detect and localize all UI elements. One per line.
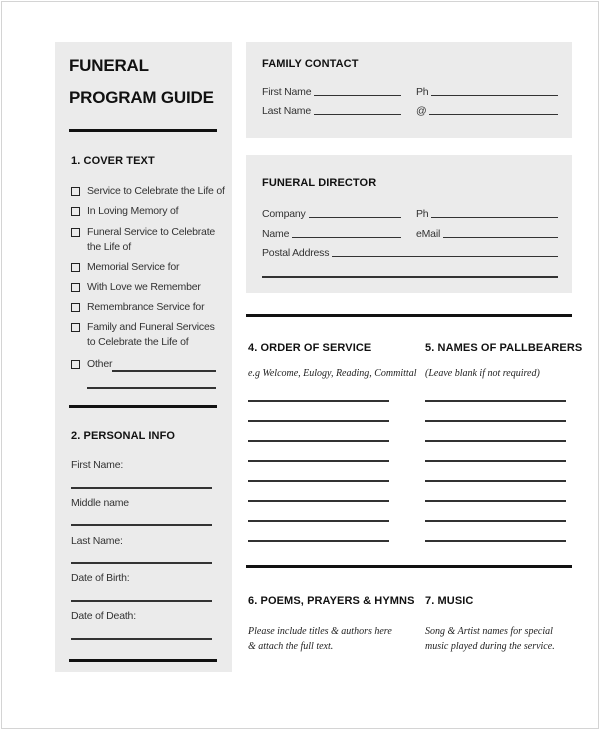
pallbearer-line[interactable]	[425, 520, 566, 522]
cover-option[interactable]: In Loving Memory of	[71, 205, 179, 219]
date-of-death-input[interactable]	[71, 638, 212, 640]
director-name-field[interactable]: Name	[262, 228, 401, 240]
order-of-service-line[interactable]	[248, 520, 389, 522]
director-postal-address-field[interactable]: Postal Address	[262, 247, 558, 259]
last-name-input[interactable]	[71, 562, 212, 564]
title-line-2: PROGRAM GUIDE	[69, 88, 214, 107]
cover-option[interactable]: Memorial Service for	[71, 261, 179, 275]
music-hint: Song & Artist names for special music pl…	[425, 626, 555, 652]
pallbearers-hint: (Leave blank if not required)	[425, 368, 540, 379]
pallbearer-line[interactable]	[425, 420, 566, 422]
first-name-label: First Name:	[71, 459, 124, 471]
first-name-input[interactable]	[71, 487, 212, 489]
order-of-service-line[interactable]	[248, 440, 389, 442]
checkbox[interactable]	[71, 360, 80, 369]
family-email-field[interactable]: @	[416, 105, 558, 117]
checkbox[interactable]	[71, 187, 80, 196]
last-name-label: Last Name:	[71, 535, 123, 547]
section-divider	[246, 314, 572, 317]
personal-info-heading: 2. PERSONAL INFO	[71, 430, 176, 442]
order-of-service-heading: 4. ORDER OF SERVICE	[248, 342, 372, 354]
cover-option[interactable]: Funeral Service to Celebrate the Life of	[71, 226, 221, 255]
cover-text-heading: 1. COVER TEXT	[71, 155, 155, 167]
checkbox[interactable]	[71, 303, 80, 312]
checkbox[interactable]	[71, 228, 80, 237]
cover-option-other[interactable]: Other	[71, 358, 112, 372]
pallbearer-line[interactable]	[425, 440, 566, 442]
middle-name-input[interactable]	[71, 524, 212, 526]
middle-name-label: Middle name	[71, 497, 129, 509]
director-phone-field[interactable]: Ph	[416, 208, 558, 220]
family-first-name-field[interactable]: First Name	[262, 86, 401, 98]
order-of-service-line[interactable]	[248, 480, 389, 482]
music-heading: 7. MUSIC	[425, 595, 474, 607]
checkbox[interactable]	[71, 323, 80, 332]
cover-option[interactable]: Service to Celebrate the Life of	[71, 185, 225, 199]
cover-option[interactable]: Remembrance Service for	[71, 301, 205, 315]
family-phone-field[interactable]: Ph	[416, 86, 558, 98]
order-of-service-line[interactable]	[248, 460, 389, 462]
pallbearers-heading: 5. NAMES OF PALLBEARERS	[425, 342, 583, 354]
pallbearer-line[interactable]	[425, 400, 566, 402]
pallbearer-line[interactable]	[425, 540, 566, 542]
checkbox[interactable]	[71, 207, 80, 216]
funeral-director-panel	[246, 155, 572, 293]
director-company-field[interactable]: Company	[262, 208, 401, 220]
section-divider	[246, 565, 572, 568]
pallbearer-line[interactable]	[425, 480, 566, 482]
director-email-field[interactable]: eMail	[416, 228, 558, 240]
checkbox[interactable]	[71, 263, 80, 272]
cover-option[interactable]: With Love we Remember	[71, 281, 201, 295]
section-divider	[69, 405, 217, 408]
title-line-1: FUNERAL	[69, 56, 149, 75]
date-of-birth-label: Date of Birth:	[71, 572, 130, 584]
order-of-service-line[interactable]	[248, 420, 389, 422]
poems-heading: 6. POEMS, PRAYERS & HYMNS	[248, 595, 415, 607]
date-of-death-label: Date of Death:	[71, 610, 136, 622]
order-of-service-line[interactable]	[248, 500, 389, 502]
poems-hint: Please include titles & authors here & a…	[248, 626, 392, 652]
pallbearer-line[interactable]	[425, 460, 566, 462]
pallbearer-line[interactable]	[425, 500, 566, 502]
order-of-service-hint: e.g Welcome, Eulogy, Reading, Committal	[248, 368, 417, 379]
order-of-service-line[interactable]	[248, 540, 389, 542]
director-postal-address-line-2[interactable]	[262, 276, 558, 278]
family-contact-heading: FAMILY CONTACT	[262, 58, 359, 70]
other-input-line[interactable]	[112, 370, 216, 372]
section-divider	[69, 659, 217, 662]
cover-option[interactable]: Family and Funeral Services to Celebrate…	[71, 321, 221, 350]
family-last-name-field[interactable]: Last Name	[262, 105, 401, 117]
other-input-line-2[interactable]	[87, 387, 216, 389]
title-divider	[69, 129, 217, 132]
order-of-service-line[interactable]	[248, 400, 389, 402]
date-of-birth-input[interactable]	[71, 600, 212, 602]
checkbox[interactable]	[71, 283, 80, 292]
funeral-director-heading: FUNERAL DIRECTOR	[262, 177, 377, 189]
